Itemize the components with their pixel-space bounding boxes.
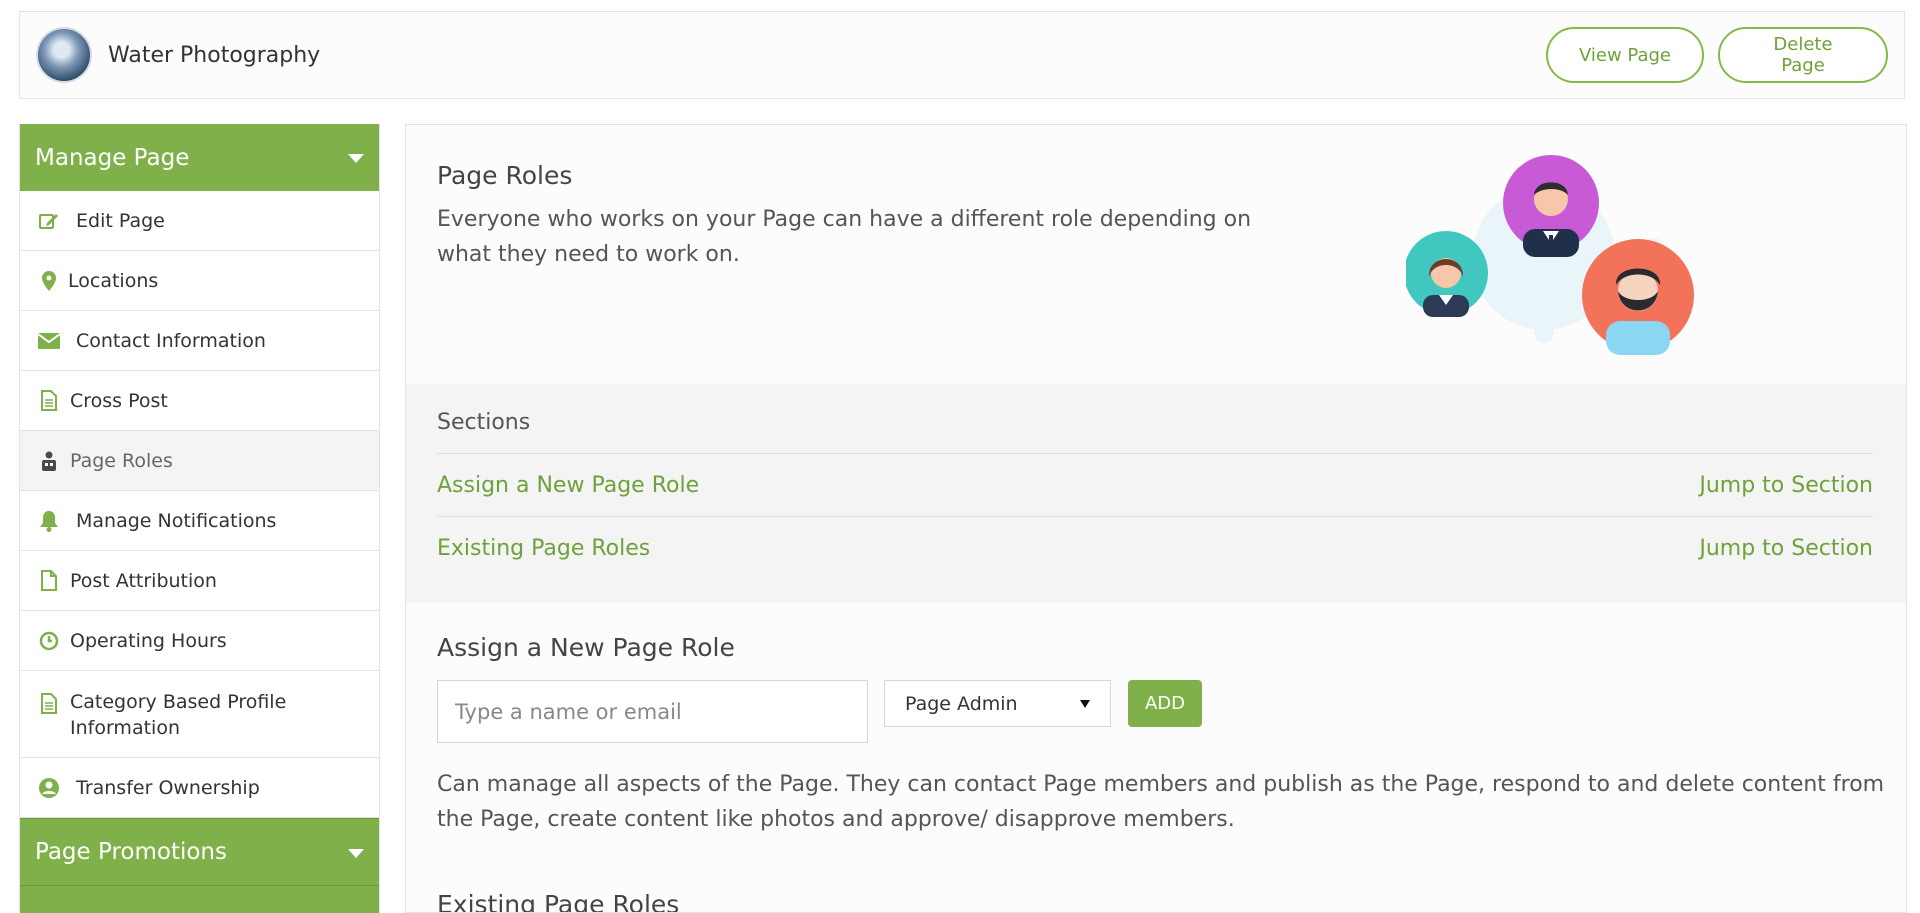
user-circle-icon — [38, 777, 60, 799]
sections-title: Sections — [437, 410, 1873, 454]
name-or-email-input[interactable] — [437, 680, 868, 743]
sections-panel: Sections Assign a New Page Role Jump to … — [406, 384, 1906, 603]
sidebar-item-label: Post Attribution — [70, 569, 217, 592]
sidebar-item-label: Manage Notifications — [76, 509, 277, 532]
page-header: Water Photography View Page Delete Page — [19, 11, 1905, 99]
add-role-button[interactable]: ADD — [1128, 680, 1202, 727]
sidebar-item-edit-page[interactable]: Edit Page — [20, 191, 379, 251]
sidebar-item-page-roles[interactable]: Page Roles — [20, 431, 379, 491]
page-roles-icon — [38, 450, 60, 472]
assign-role-form: Page Admin ADD — [437, 680, 1875, 743]
file-icon — [38, 570, 60, 592]
sidebar-item-contact-information[interactable]: Contact Information — [20, 311, 379, 371]
sidebar-item-label: Category Based Profile Information — [70, 691, 287, 739]
clock-icon — [38, 630, 60, 652]
sidebar-item-label: Edit Page — [76, 209, 165, 232]
envelope-icon — [38, 330, 60, 352]
sidebar-item-label: Cross Post — [70, 389, 168, 412]
existing-roles-title: Existing Page Roles — [437, 890, 680, 913]
assign-new-page-role-link[interactable]: Assign a New Page Role — [437, 473, 699, 498]
sidebar-item-category-based-profile-information[interactable]: Category Based Profile Information — [20, 671, 379, 758]
sidebar-item-cross-post[interactable]: Cross Post — [20, 371, 379, 431]
caret-down-icon — [1080, 699, 1090, 708]
team-roles-illustration — [1406, 155, 1694, 355]
assign-role-title: Assign a New Page Role — [437, 633, 735, 662]
assign-role-section: Assign a New Page Role Page Admin ADD Ca… — [406, 603, 1906, 913]
header-actions: View Page Delete Page — [1546, 27, 1888, 83]
page-roles-intro: Page Roles Everyone who works on your Pa… — [406, 125, 1906, 384]
sidebar-item-post-attribution[interactable]: Post Attribution — [20, 551, 379, 611]
existing-page-roles-link[interactable]: Existing Page Roles — [437, 536, 650, 561]
document-icon — [38, 390, 60, 412]
sidebar: Manage Page Edit Page Locations Contact … — [19, 124, 380, 913]
role-description: Can manage all aspects of the Page. They… — [437, 772, 1885, 832]
document-icon — [38, 692, 60, 714]
section-row: Assign a New Page Role Jump to Section — [437, 454, 1873, 517]
sidebar-item-label: Operating Hours — [70, 629, 227, 652]
sidebar-item-label: Locations — [68, 269, 159, 292]
role-select[interactable]: Page Admin — [884, 680, 1111, 727]
caret-down-icon — [348, 154, 364, 163]
edit-icon — [38, 210, 60, 232]
manage-page-title: Manage Page — [35, 144, 190, 171]
delete-page-button[interactable]: Delete Page — [1718, 27, 1888, 83]
jump-to-section-link[interactable]: Jump to Section — [1699, 536, 1873, 561]
page-promotions-header[interactable]: Page Promotions — [20, 818, 379, 885]
manage-page-header[interactable]: Manage Page — [20, 124, 379, 191]
page-roles-description: Everyone who works on your Page can have… — [437, 207, 1252, 267]
caret-down-icon — [348, 849, 364, 858]
sidebar-item-label: Page Roles — [70, 449, 173, 472]
sidebar-item-operating-hours[interactable]: Operating Hours — [20, 611, 379, 671]
location-pin-icon — [38, 270, 60, 292]
main-panel: Page Roles Everyone who works on your Pa… — [405, 124, 1907, 913]
next-section-header[interactable] — [20, 885, 379, 913]
section-row: Existing Page Roles Jump to Section — [437, 517, 1873, 580]
sidebar-item-transfer-ownership[interactable]: Transfer Ownership — [20, 758, 379, 818]
page-name[interactable]: Water Photography — [108, 43, 320, 68]
sidebar-item-label: Transfer Ownership — [76, 776, 260, 799]
sidebar-item-locations[interactable]: Locations — [20, 251, 379, 311]
bell-icon — [38, 510, 60, 532]
sidebar-item-manage-notifications[interactable]: Manage Notifications — [20, 491, 379, 551]
role-select-value: Page Admin — [905, 692, 1018, 715]
page-avatar[interactable] — [36, 27, 92, 83]
page-promotions-title: Page Promotions — [35, 839, 227, 865]
jump-to-section-link[interactable]: Jump to Section — [1699, 473, 1873, 498]
sidebar-item-label: Contact Information — [76, 329, 266, 352]
view-page-button[interactable]: View Page — [1546, 27, 1704, 83]
